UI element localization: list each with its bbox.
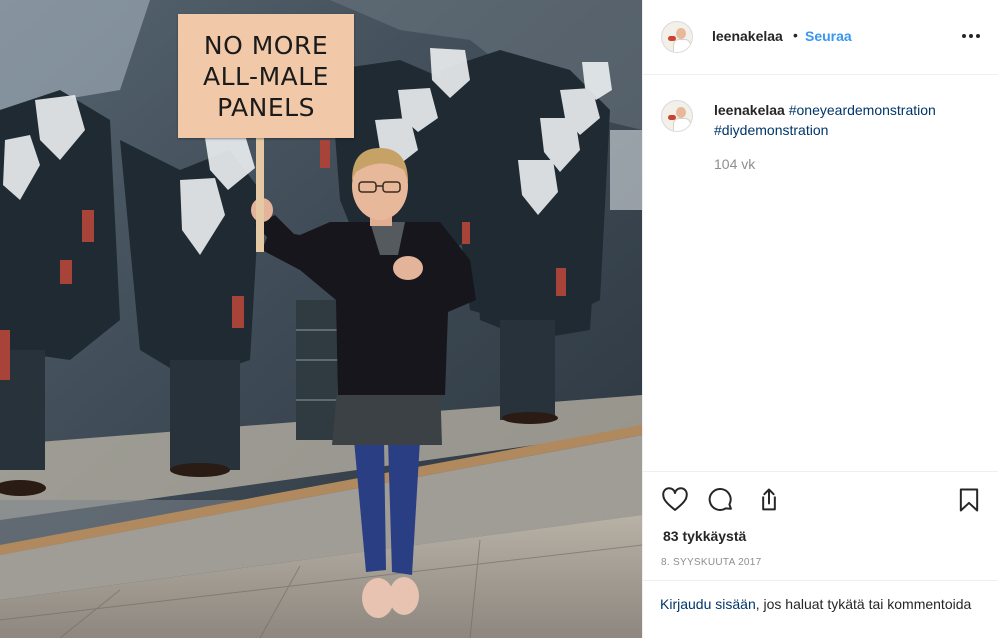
login-prompt-text: , jos haluat tykätä tai kommentoida <box>755 596 972 612</box>
hashtag-link[interactable]: #oneyeardemonstration <box>789 102 936 118</box>
avatar[interactable] <box>661 21 693 53</box>
share-icon[interactable] <box>755 486 783 514</box>
heart-icon[interactable] <box>661 486 689 514</box>
separator-dot: • <box>793 27 798 43</box>
follow-button[interactable]: Seuraa <box>805 28 852 44</box>
post-side-panel: leenakelaa • Seuraa leenakelaa #oneyeard… <box>642 0 998 638</box>
login-prompt: Kirjaudu sisään, jos haluat tykätä tai k… <box>643 580 998 638</box>
comment-icon[interactable] <box>707 486 735 514</box>
sign-line-3: PANELS <box>217 92 315 122</box>
header-username[interactable]: leenakelaa <box>712 28 783 44</box>
caption-avatar[interactable] <box>661 100 693 132</box>
protest-sign: NO MORE ALL-MALE PANELS <box>178 14 354 138</box>
like-count[interactable]: 83 tykkäystä <box>663 528 746 544</box>
sign-line-1: NO MORE <box>203 30 329 60</box>
post-header: leenakelaa • Seuraa <box>643 0 998 75</box>
login-link[interactable]: Kirjaudu sisään <box>660 596 756 612</box>
bookmark-icon[interactable] <box>955 486 983 514</box>
action-bar <box>643 471 998 531</box>
caption-username[interactable]: leenakelaa <box>714 102 785 118</box>
hashtag-link[interactable]: #diydemonstration <box>714 122 828 138</box>
post-photo[interactable]: NO MORE ALL-MALE PANELS <box>0 0 642 638</box>
more-options-icon[interactable] <box>959 24 983 48</box>
sign-line-2: ALL-MALE <box>203 61 329 91</box>
caption-time[interactable]: 104 vk <box>714 156 755 172</box>
post-date[interactable]: 8. SYYSKUUTA 2017 <box>661 557 762 568</box>
caption-text: leenakelaa #oneyeardemonstration #diydem… <box>714 100 984 140</box>
